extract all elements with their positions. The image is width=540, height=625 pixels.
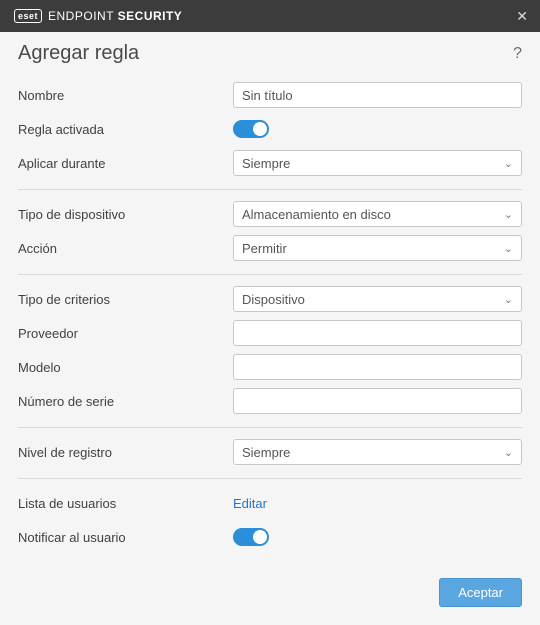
model-label: Modelo bbox=[18, 360, 233, 375]
chevron-down-icon: ⌄ bbox=[504, 293, 513, 306]
action-value: Permitir bbox=[242, 241, 287, 256]
chevron-down-icon: ⌄ bbox=[504, 446, 513, 459]
criteria-type-value: Dispositivo bbox=[242, 292, 305, 307]
action-label: Acción bbox=[18, 241, 233, 256]
divider bbox=[18, 274, 522, 275]
brand-text: ENDPOINT SECURITY bbox=[48, 9, 182, 23]
name-label: Nombre bbox=[18, 88, 233, 103]
criteria-type-label: Tipo de criterios bbox=[18, 292, 233, 307]
device-type-value: Almacenamiento en disco bbox=[242, 207, 391, 222]
chevron-down-icon: ⌄ bbox=[504, 242, 513, 255]
page-title: Agregar regla bbox=[18, 42, 139, 65]
serial-input[interactable] bbox=[233, 388, 522, 414]
user-list-label: Lista de usuarios bbox=[18, 496, 233, 511]
accept-button[interactable]: Aceptar bbox=[439, 578, 522, 607]
brand-logo: eset bbox=[14, 9, 42, 23]
notify-toggle[interactable] bbox=[233, 528, 269, 546]
device-type-label: Tipo de dispositivo bbox=[18, 207, 233, 222]
log-level-value: Siempre bbox=[242, 445, 290, 460]
titlebar: eset ENDPOINT SECURITY ✕ bbox=[0, 0, 540, 32]
chevron-down-icon: ⌄ bbox=[504, 157, 513, 170]
apply-during-label: Aplicar durante bbox=[18, 156, 233, 171]
divider bbox=[18, 478, 522, 479]
model-input[interactable] bbox=[233, 354, 522, 380]
action-select[interactable]: Permitir ⌄ bbox=[233, 235, 522, 261]
apply-during-select[interactable]: Siempre ⌄ bbox=[233, 150, 522, 176]
criteria-type-select[interactable]: Dispositivo ⌄ bbox=[233, 286, 522, 312]
apply-during-value: Siempre bbox=[242, 156, 290, 171]
help-icon[interactable]: ? bbox=[513, 45, 522, 63]
chevron-down-icon: ⌄ bbox=[504, 208, 513, 221]
enabled-toggle[interactable] bbox=[233, 120, 269, 138]
name-input[interactable] bbox=[233, 82, 522, 108]
footer: Aceptar bbox=[439, 578, 522, 607]
close-icon[interactable]: ✕ bbox=[516, 8, 528, 25]
divider bbox=[18, 189, 522, 190]
serial-label: Número de serie bbox=[18, 394, 233, 409]
vendor-input[interactable] bbox=[233, 320, 522, 346]
device-type-select[interactable]: Almacenamiento en disco ⌄ bbox=[233, 201, 522, 227]
user-list-edit-link[interactable]: Editar bbox=[233, 496, 267, 511]
log-level-select[interactable]: Siempre ⌄ bbox=[233, 439, 522, 465]
log-level-label: Nivel de registro bbox=[18, 445, 233, 460]
vendor-label: Proveedor bbox=[18, 326, 233, 341]
content-area: Agregar regla ? Nombre Regla activada Ap… bbox=[0, 32, 540, 553]
brand: eset ENDPOINT SECURITY bbox=[14, 9, 182, 23]
divider bbox=[18, 427, 522, 428]
enabled-label: Regla activada bbox=[18, 122, 233, 137]
notify-label: Notificar al usuario bbox=[18, 530, 233, 545]
